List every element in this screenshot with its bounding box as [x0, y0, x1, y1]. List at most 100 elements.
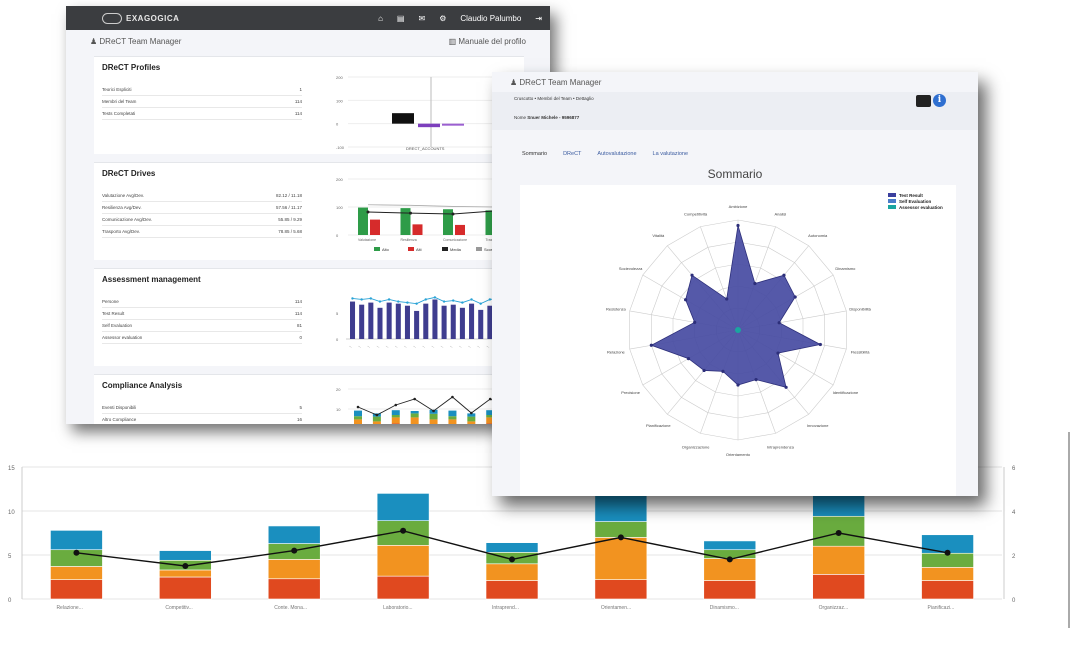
radar-axis-label: Ambizione	[729, 204, 748, 209]
legend-label: Media	[450, 247, 462, 252]
home-icon[interactable]: ⌂	[378, 14, 383, 23]
bar-segment	[485, 542, 539, 553]
kv-label: Altro Compliance	[102, 417, 137, 422]
line-point	[400, 527, 407, 534]
line-point	[835, 530, 842, 536]
x-tick-label: Laboratorio...	[383, 605, 412, 611]
brand-logo[interactable]: EXAGOGICA	[102, 12, 179, 24]
radar-point	[686, 357, 691, 361]
y-tick-label: 5	[336, 311, 339, 316]
card-title: Compliance Analysis	[102, 381, 183, 390]
user-name[interactable]: Claudio Palumbo	[460, 14, 521, 23]
card-title: DReCT Profiles	[102, 63, 161, 72]
kv-value: 78.85 / 5.68	[278, 229, 302, 234]
radar-axis-label: Intraprendenza	[767, 445, 795, 450]
document-icon[interactable]: ▤	[397, 14, 405, 23]
user-icon: ♟	[90, 36, 100, 46]
legend-swatch	[408, 247, 414, 251]
line-point	[944, 549, 951, 556]
radar-point	[684, 298, 688, 302]
x-tick-label: Competitiv...	[165, 605, 192, 611]
kv-label: Membri del Team	[102, 99, 137, 104]
bar-segment	[448, 410, 457, 417]
y-tick-label: 15	[8, 466, 15, 472]
y-tick-label: 200	[336, 75, 343, 80]
tab-sommario[interactable]: Sommario	[514, 148, 555, 160]
x-tick-label: —	[449, 344, 454, 349]
card-drives: DReCT Drives Valutazione Avg/Dev. 82.12 /…	[94, 162, 524, 260]
bar-segment	[594, 494, 648, 522]
tab-drect[interactable]: DReCT	[555, 148, 589, 160]
envelope-icon[interactable]: ✉	[418, 14, 425, 23]
kv-list: Teorici Espliciti 1 Membri del Team 114 Te…	[102, 84, 302, 120]
x-tick-label: —	[367, 344, 372, 349]
tab-valutazione[interactable]: La valutazione	[645, 148, 696, 160]
breadcrumb[interactable]: Cruscotto • Membri del Team • Dettaglio	[514, 96, 594, 101]
member-detail-window: ♟ DReCT Team Manager Cruscotto • Membri …	[492, 72, 978, 496]
x-tick-label: —	[385, 344, 390, 349]
bar-segment	[429, 413, 438, 420]
bar	[478, 309, 484, 339]
print-icon[interactable]	[916, 95, 931, 107]
bar-segment	[159, 569, 212, 578]
info-icon[interactable]: i	[933, 94, 946, 107]
bar-segment	[376, 545, 430, 577]
gears-icon[interactable]: ⚙	[439, 14, 446, 23]
logo-mark	[102, 12, 122, 24]
bar-segment	[267, 578, 321, 600]
radar-point	[725, 297, 729, 301]
kv-row: Comunicazione Avg/Dev. 55.85 / 9.29	[102, 214, 302, 226]
logout-icon[interactable]: ⇥	[535, 14, 542, 23]
tab-autovalutazione[interactable]: Autovalutazione	[589, 148, 644, 160]
manual-link[interactable]: ▥ Manuale del profilo	[449, 37, 526, 46]
bar-segment	[467, 421, 476, 424]
kv-value: 0	[299, 335, 302, 340]
legend-label: Alto	[382, 247, 390, 252]
bar-segment	[372, 421, 381, 424]
bar-segment	[467, 416, 476, 422]
radar-axis-label: Relazione	[607, 350, 626, 355]
name-label: Nome	[514, 115, 527, 120]
bar	[350, 301, 356, 339]
x-tick-label: DRECT_ACCOUNTS	[406, 146, 445, 151]
radar-point	[693, 320, 697, 324]
radar-axis-label: Analisi	[775, 211, 787, 216]
card-title: DReCT Drives	[102, 169, 156, 178]
card-compliance: Compliance Analysis Eventi Disponibili 5 …	[94, 374, 524, 424]
kv-row: Test Result 114	[102, 308, 302, 320]
kv-label: Tests Completati	[102, 111, 136, 116]
bar-segment	[448, 419, 457, 424]
bar	[459, 307, 465, 339]
bar-segment	[376, 493, 430, 521]
bar-segment	[410, 411, 419, 414]
kv-value: 114	[294, 299, 302, 304]
radar-axis-label: Identificazione	[833, 390, 859, 395]
bar	[395, 303, 401, 339]
radar-center-marker	[735, 327, 741, 333]
x-tick-label: —	[458, 344, 463, 349]
y2-tick-label: 6	[1012, 466, 1016, 472]
bar-segment	[354, 416, 362, 420]
kv-label: Resilienza Avg/Dev.	[102, 205, 142, 210]
section-heading: Sommario	[707, 167, 763, 181]
y2-tick-label: 0	[1012, 598, 1016, 604]
card-profiles: DReCT Profiles Teorici Espliciti 1 Membri…	[94, 56, 524, 154]
y-tick-label: 0	[8, 598, 12, 604]
line-point	[726, 556, 733, 563]
bar	[469, 303, 475, 339]
y2-tick-label: 4	[1012, 510, 1016, 516]
radar-axis-label: Flessibilità	[851, 350, 870, 355]
bar	[414, 310, 420, 339]
y-tick-label: -100	[336, 145, 345, 150]
kv-value: 114	[294, 311, 302, 316]
bar-segment	[50, 566, 103, 580]
radar-axis-label: Orientamento	[726, 452, 751, 457]
radar-axis-label: Innovazione	[807, 423, 829, 428]
legend-swatch	[888, 199, 896, 203]
kv-row: Persone 114	[102, 296, 302, 308]
bar	[358, 207, 368, 235]
bar-segment	[594, 537, 648, 580]
bar-segment	[391, 410, 400, 415]
bar-segment	[376, 575, 430, 600]
line-point	[509, 556, 515, 563]
